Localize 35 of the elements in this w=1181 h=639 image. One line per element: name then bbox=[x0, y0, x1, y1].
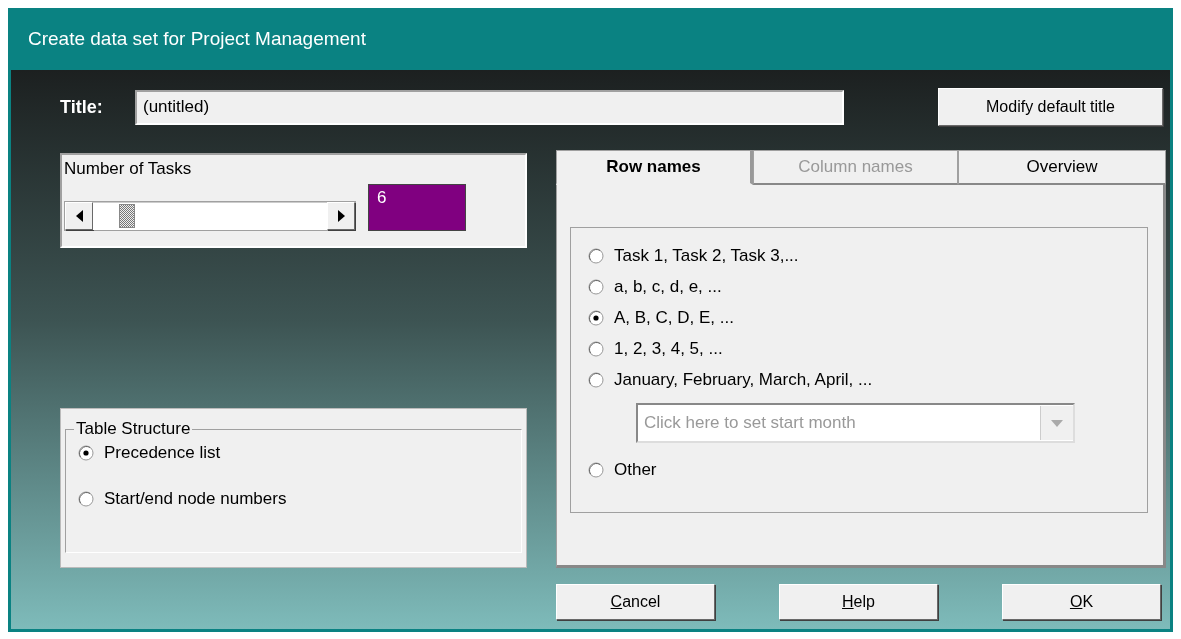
group-label: Table Structure bbox=[75, 419, 192, 439]
option-label: Precedence list bbox=[104, 443, 221, 463]
scrollbar[interactable] bbox=[64, 201, 356, 231]
radio-button[interactable] bbox=[588, 462, 604, 478]
dialog-button[interactable]: OK bbox=[1002, 584, 1161, 620]
tab[interactable]: Overview bbox=[958, 150, 1166, 185]
task-count-display: 6 bbox=[368, 184, 466, 231]
scroll-left-button[interactable] bbox=[65, 202, 93, 230]
dropdown-arrow-icon bbox=[1051, 419, 1063, 427]
scroll-right-button[interactable] bbox=[327, 202, 355, 230]
option-label: Start/end node numbers bbox=[104, 489, 287, 509]
dialog-button[interactable]: Cancel bbox=[556, 584, 715, 620]
slider-thumb[interactable] bbox=[119, 204, 136, 228]
right-arrow-icon bbox=[337, 210, 345, 222]
radio-button[interactable] bbox=[588, 279, 604, 295]
option-label: A, B, C, D, E, ... bbox=[614, 308, 734, 328]
radio-button[interactable] bbox=[588, 341, 604, 357]
option-label: Task 1, Task 2, Task 3,... bbox=[614, 246, 799, 266]
tab[interactable]: Row names bbox=[556, 150, 753, 185]
window-title: Create data set for Project Management bbox=[28, 28, 366, 50]
title-label: Title: bbox=[60, 96, 104, 118]
radio-button[interactable] bbox=[588, 248, 604, 264]
option-label: 1, 2, 3, 4, 5, ... bbox=[614, 339, 723, 359]
modify-title-button[interactable]: Modify default title bbox=[938, 88, 1163, 126]
tasks-label: Number of Tasks bbox=[64, 159, 193, 179]
dialog-button[interactable]: Help bbox=[779, 584, 938, 620]
option-label: January, February, March, April, ... bbox=[614, 370, 873, 390]
option-label: a, b, c, d, e, ... bbox=[614, 277, 722, 297]
option-label: Other bbox=[614, 460, 657, 480]
radio-button[interactable] bbox=[78, 445, 94, 461]
radio-button[interactable] bbox=[588, 372, 604, 388]
radio-button[interactable] bbox=[588, 310, 604, 326]
left-arrow-icon bbox=[75, 210, 83, 222]
radio-button[interactable] bbox=[78, 491, 94, 507]
title-field[interactable]: (untitled) bbox=[135, 89, 844, 125]
